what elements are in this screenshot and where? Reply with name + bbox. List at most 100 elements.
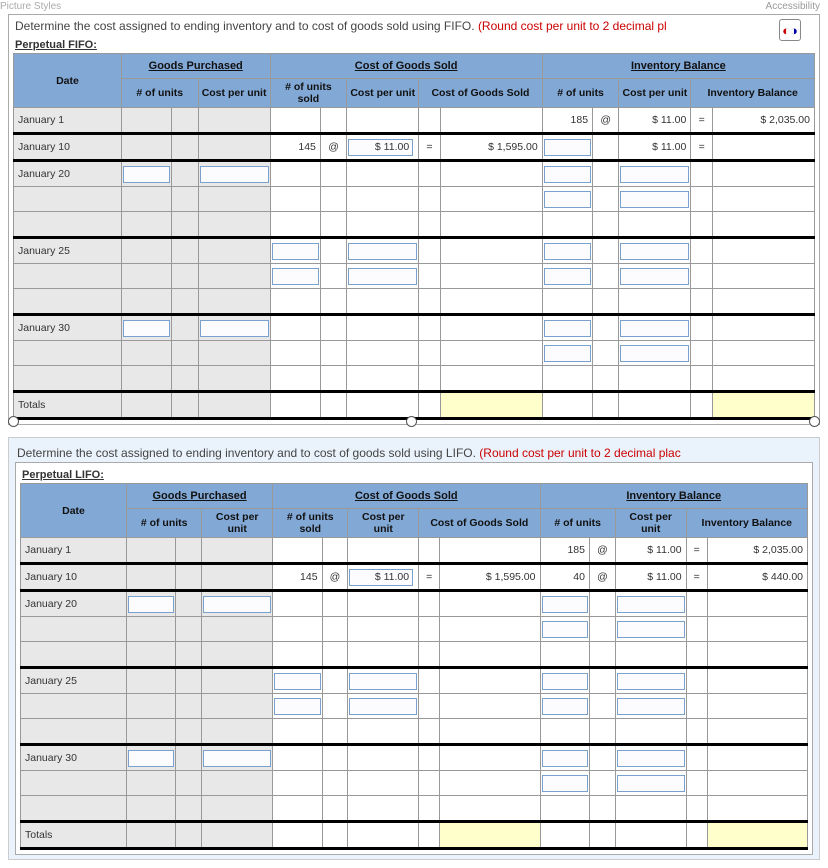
col-s-cost: Cost per unit bbox=[348, 509, 419, 538]
totals-row: Totals bbox=[21, 822, 808, 849]
b-cost-input[interactable] bbox=[615, 668, 686, 694]
p-cost-input[interactable] bbox=[202, 591, 273, 617]
s-cost-input[interactable] bbox=[348, 694, 419, 719]
s-units-input[interactable] bbox=[273, 668, 322, 694]
b-units-input[interactable] bbox=[542, 134, 592, 161]
col-p-units: # of units bbox=[121, 79, 198, 108]
b-units-input[interactable] bbox=[540, 591, 589, 617]
s-cost-input[interactable]: $ 11.00 bbox=[347, 134, 419, 161]
b-units-input[interactable] bbox=[540, 694, 589, 719]
toolbar-strip: Picture Styles Accessibility bbox=[0, 0, 828, 12]
inv-total bbox=[712, 392, 814, 419]
date-cell: January 20 bbox=[14, 161, 122, 187]
b-total: $ 2,035.00 bbox=[712, 108, 814, 134]
b-units-input[interactable] bbox=[540, 771, 589, 796]
fifo-table: Date Goods Purchased Cost of Goods Sold … bbox=[13, 53, 815, 420]
date-cell: January 30 bbox=[21, 745, 127, 771]
table-row bbox=[14, 341, 815, 366]
s-total: $ 1,595.00 bbox=[440, 134, 542, 161]
fifo-prompt-text: Determine the cost assigned to ending in… bbox=[15, 19, 478, 33]
table-row: January 10 145 @ $ 11.00 = $ 1,595.00 40… bbox=[21, 564, 808, 591]
s-units: 145 bbox=[270, 134, 320, 161]
date-cell: January 1 bbox=[21, 538, 127, 564]
col-b-units: # of units bbox=[540, 509, 615, 538]
b-units-input[interactable] bbox=[540, 745, 589, 771]
col-b-total: Inventory Balance bbox=[691, 79, 815, 108]
b-cost-input[interactable] bbox=[619, 315, 691, 341]
b-units-input[interactable] bbox=[540, 617, 589, 642]
p-units-input[interactable] bbox=[121, 161, 171, 187]
totals-label: Totals bbox=[14, 392, 122, 419]
b-cost-input[interactable] bbox=[619, 187, 691, 212]
table-row bbox=[14, 264, 815, 289]
lifo-outer: Determine the cost assigned to ending in… bbox=[8, 437, 820, 860]
inv-total bbox=[707, 822, 807, 849]
table-row: January 1 185 @ $ 11.00 = $ 2,035.00 bbox=[21, 538, 808, 564]
b-units: 40 bbox=[540, 564, 589, 591]
b-units-input[interactable] bbox=[542, 161, 592, 187]
date-cell: January 25 bbox=[21, 668, 127, 694]
handle-icon[interactable] bbox=[406, 416, 417, 427]
b-units-input[interactable] bbox=[542, 264, 592, 289]
col-s-total: Cost of Goods Sold bbox=[419, 509, 540, 538]
b-cost-input[interactable] bbox=[619, 341, 691, 366]
table-row bbox=[21, 617, 808, 642]
accessibility-label: Accessibility bbox=[766, 1, 820, 12]
b-cost-input[interactable] bbox=[615, 771, 686, 796]
p-cost-input[interactable] bbox=[198, 161, 270, 187]
s-units-input[interactable] bbox=[270, 264, 320, 289]
handle-icon[interactable] bbox=[809, 416, 820, 427]
p-units-input[interactable] bbox=[121, 315, 171, 341]
table-row: January 20 bbox=[14, 161, 815, 187]
grp-cogs: Cost of Goods Sold bbox=[273, 484, 540, 509]
b-cost-input[interactable] bbox=[615, 745, 686, 771]
eq-symbol: = bbox=[691, 134, 713, 161]
at-symbol: @ bbox=[322, 564, 348, 591]
table-row bbox=[14, 212, 815, 238]
b-units-input[interactable] bbox=[542, 238, 592, 264]
b-units-input[interactable] bbox=[542, 187, 592, 212]
b-cost-input[interactable] bbox=[619, 264, 691, 289]
p-cost-input[interactable] bbox=[198, 315, 270, 341]
b-cost: $ 11.00 bbox=[615, 564, 686, 591]
s-units-input[interactable] bbox=[270, 238, 320, 264]
lifo-prompt-text: Determine the cost assigned to ending in… bbox=[17, 446, 479, 460]
b-cost-input[interactable] bbox=[615, 694, 686, 719]
b-cost-input[interactable] bbox=[615, 591, 686, 617]
s-cost-input[interactable] bbox=[348, 668, 419, 694]
at-symbol: @ bbox=[320, 134, 346, 161]
handle-icon[interactable] bbox=[8, 416, 19, 427]
s-total: $ 1,595.00 bbox=[440, 564, 540, 591]
accessibility-icon[interactable]: ◐◑ bbox=[779, 19, 801, 41]
table-row bbox=[14, 187, 815, 212]
b-units-input[interactable] bbox=[540, 668, 589, 694]
b-cost-input[interactable] bbox=[619, 161, 691, 187]
table-row bbox=[21, 642, 808, 668]
b-units-input[interactable] bbox=[542, 341, 592, 366]
b-units-input[interactable] bbox=[542, 315, 592, 341]
b-cost-input[interactable] bbox=[619, 238, 691, 264]
fifo-section: ◐◑ Determine the cost assigned to ending… bbox=[8, 14, 820, 425]
s-units-input[interactable] bbox=[273, 694, 322, 719]
eq-symbol: = bbox=[691, 108, 713, 134]
b-units: 185 bbox=[542, 108, 592, 134]
lifo-heading: Perpetual LIFO: bbox=[22, 469, 808, 481]
fifo-prompt: Determine the cost assigned to ending in… bbox=[13, 17, 815, 35]
col-p-cost: Cost per unit bbox=[202, 509, 273, 538]
b-cost: $ 11.00 bbox=[619, 108, 691, 134]
date-cell: January 30 bbox=[14, 315, 122, 341]
b-cost-input[interactable] bbox=[615, 617, 686, 642]
table-row bbox=[21, 719, 808, 745]
p-cost-input[interactable] bbox=[202, 745, 273, 771]
p-units-input[interactable] bbox=[127, 591, 176, 617]
date-cell: January 10 bbox=[14, 134, 122, 161]
p-units-input[interactable] bbox=[127, 745, 176, 771]
s-cost-input[interactable]: $ 11.00 bbox=[348, 564, 419, 591]
s-cost-input[interactable] bbox=[347, 264, 419, 289]
col-b-cost: Cost per unit bbox=[619, 79, 691, 108]
s-cost-input[interactable] bbox=[347, 238, 419, 264]
grp-balance: Inventory Balance bbox=[540, 484, 808, 509]
col-s-units: # of units sold bbox=[273, 509, 348, 538]
lifo-prompt: Determine the cost assigned to ending in… bbox=[15, 444, 813, 462]
date-cell: January 1 bbox=[14, 108, 122, 134]
